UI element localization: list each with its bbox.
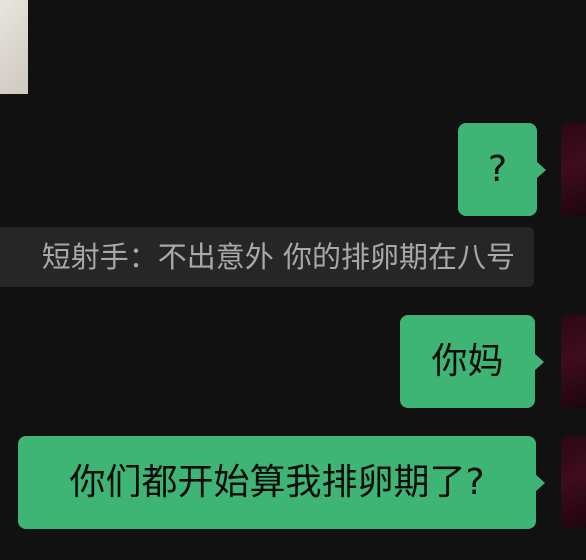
bubble-tail — [535, 473, 545, 492]
shared-image-thumbnail[interactable] — [0, 0, 28, 94]
message-text: 你妈 — [431, 340, 504, 382]
bubble-tail — [536, 160, 546, 179]
message-text: ? — [487, 148, 508, 190]
quoted-message[interactable]: 短射手：不出意外 你的排卵期在八号 — [0, 227, 534, 287]
message-bubble[interactable]: 你妈 — [400, 315, 544, 408]
message-bubble[interactable]: 你们都开始算我排卵期了? — [18, 436, 545, 529]
user-avatar[interactable] — [561, 436, 586, 529]
message-text: 你们都开始算我排卵期了? — [69, 461, 485, 503]
bubble-tail — [534, 352, 544, 371]
user-avatar[interactable] — [561, 123, 586, 216]
message-bubble[interactable]: ? — [458, 123, 546, 216]
user-avatar[interactable] — [561, 315, 586, 408]
quoted-message-text: 短射手：不出意外 你的排卵期在八号 — [41, 240, 515, 274]
